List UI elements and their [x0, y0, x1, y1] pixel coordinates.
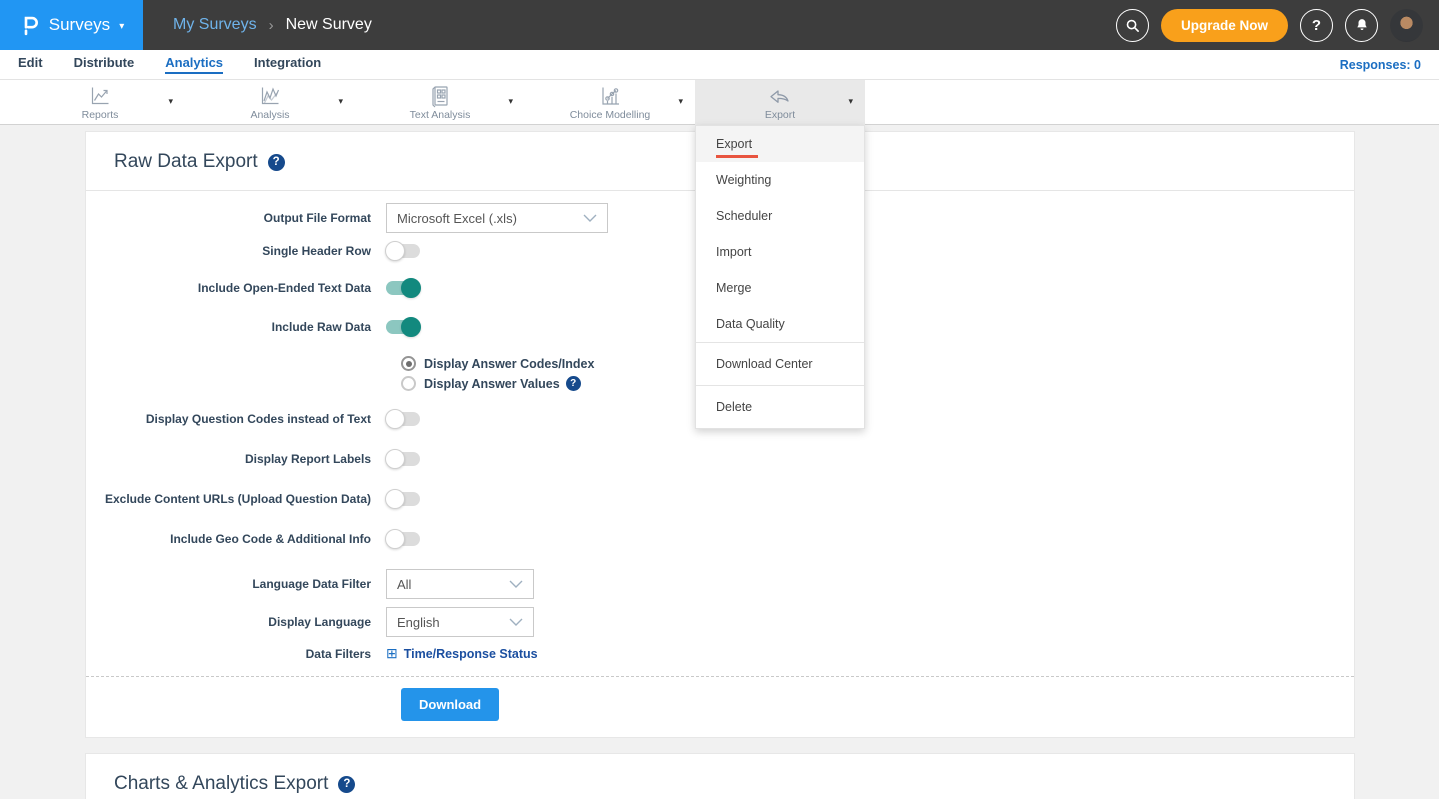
tab-integration[interactable]: Integration — [254, 55, 321, 74]
chevron-down-icon — [509, 618, 523, 626]
search-button[interactable] — [1116, 9, 1149, 42]
trend-chart-icon — [258, 84, 282, 108]
menu-item-scheduler[interactable]: Scheduler — [696, 198, 864, 234]
caret-down-icon[interactable]: ▾ — [338, 96, 343, 107]
responses-count: Responses: 0 — [1340, 58, 1421, 72]
display-answer-values-radio[interactable] — [401, 376, 416, 391]
nav-tabs: Edit Distribute Analytics Integration — [18, 55, 1340, 74]
notifications-button[interactable] — [1345, 9, 1378, 42]
toolbar-reports[interactable]: Reports ▾ — [15, 80, 185, 125]
topbar-actions: Upgrade Now ? — [1116, 0, 1439, 50]
caret-down-icon[interactable]: ▾ — [168, 96, 173, 107]
upgrade-now-button[interactable]: Upgrade Now — [1161, 9, 1288, 42]
single-header-row-toggle[interactable] — [386, 244, 420, 258]
tab-edit[interactable]: Edit — [18, 55, 43, 74]
survey-nav: Edit Distribute Analytics Integration Re… — [0, 50, 1439, 80]
search-icon — [1125, 18, 1140, 33]
caret-down-icon[interactable]: ▾ — [848, 96, 853, 107]
download-row: Download — [86, 677, 1354, 737]
bell-icon — [1355, 18, 1369, 32]
include-geo-code-toggle[interactable] — [386, 532, 420, 546]
plus-square-icon: ⊞ — [386, 645, 398, 662]
field-label: Output File Format — [86, 211, 386, 225]
caret-down-icon[interactable]: ▾ — [678, 96, 683, 107]
section-title: Charts & Analytics Export — [114, 773, 328, 795]
toolbar-analysis[interactable]: Analysis ▾ — [185, 80, 355, 125]
document-grid-icon — [428, 84, 452, 108]
caret-down-icon[interactable]: ▾ — [508, 96, 513, 107]
export-arrow-icon — [767, 84, 793, 108]
exclude-content-urls-toggle[interactable] — [386, 492, 420, 506]
menu-item-delete[interactable]: Delete — [696, 385, 864, 428]
display-report-labels-toggle[interactable] — [386, 452, 420, 466]
tab-distribute[interactable]: Distribute — [74, 55, 135, 74]
export-menu: Export Weighting Scheduler Import Merge … — [695, 125, 865, 429]
exclude-content-urls-row: Exclude Content URLs (Upload Question Da… — [86, 489, 1354, 509]
chevron-down-icon — [583, 214, 597, 222]
display-question-codes-toggle[interactable] — [386, 412, 420, 426]
panel-header: Charts & Analytics Export ? — [86, 754, 1354, 799]
page-title: Raw Data Export — [114, 151, 258, 173]
product-switcher[interactable]: Surveys ▾ — [0, 0, 143, 50]
line-chart-icon — [88, 84, 112, 108]
include-open-ended-toggle[interactable] — [386, 281, 420, 295]
analytics-toolbar: Reports ▾ Analysis ▾ Text Analysis ▾ Cho… — [0, 80, 1439, 125]
toolbar-choice-modelling[interactable]: Choice Modelling ▾ — [525, 80, 695, 125]
breadcrumb: My Surveys › New Survey — [143, 0, 1116, 50]
help-icon[interactable]: ? — [338, 776, 355, 793]
display-language-select[interactable]: English — [386, 607, 534, 637]
breadcrumb-current: New Survey — [286, 16, 372, 34]
question-mark-icon: ? — [1312, 17, 1321, 34]
top-bar: Surveys ▾ My Surveys › New Survey Upgrad… — [0, 0, 1439, 50]
chevron-down-icon — [509, 580, 523, 588]
charts-analytics-export-panel: Charts & Analytics Export ? — [85, 753, 1355, 799]
data-filters-row: Data Filters ⊞ Time/Response Status — [86, 645, 1354, 662]
menu-item-import[interactable]: Import — [696, 234, 864, 270]
help-icon[interactable]: ? — [268, 154, 285, 171]
menu-item-data-quality[interactable]: Data Quality — [696, 306, 864, 342]
output-file-format-select[interactable]: Microsoft Excel (.xls) — [386, 203, 608, 233]
breadcrumb-my-surveys[interactable]: My Surveys — [173, 16, 257, 34]
help-icon[interactable]: ? — [566, 376, 581, 391]
toolbar-text-analysis[interactable]: Text Analysis ▾ — [355, 80, 525, 125]
help-button[interactable]: ? — [1300, 9, 1333, 42]
display-language-row: Display Language English — [86, 607, 1354, 637]
toolbar-export[interactable]: Export ▾ — [695, 80, 865, 125]
include-geo-code-row: Include Geo Code & Additional Info — [86, 529, 1354, 549]
product-label: Surveys — [49, 15, 110, 35]
time-response-status-link[interactable]: ⊞ Time/Response Status — [386, 645, 538, 662]
scatter-chart-icon — [598, 84, 622, 108]
breadcrumb-separator-icon: › — [269, 17, 274, 34]
include-raw-data-toggle[interactable] — [386, 320, 420, 334]
menu-item-export[interactable]: Export — [696, 126, 864, 162]
tab-analytics[interactable]: Analytics — [165, 55, 223, 74]
chevron-down-icon: ▾ — [119, 21, 124, 32]
language-data-filter-select[interactable]: All — [386, 569, 534, 599]
menu-item-merge[interactable]: Merge — [696, 270, 864, 306]
display-answer-codes-radio[interactable] — [401, 356, 416, 371]
questionpro-logo-icon — [19, 15, 40, 36]
display-report-labels-row: Display Report Labels — [86, 449, 1354, 469]
language-data-filter-row: Language Data Filter All — [86, 569, 1354, 599]
user-avatar[interactable] — [1390, 9, 1423, 42]
download-button[interactable]: Download — [401, 688, 499, 721]
menu-item-download-center[interactable]: Download Center — [696, 342, 864, 385]
menu-item-weighting[interactable]: Weighting — [696, 162, 864, 198]
